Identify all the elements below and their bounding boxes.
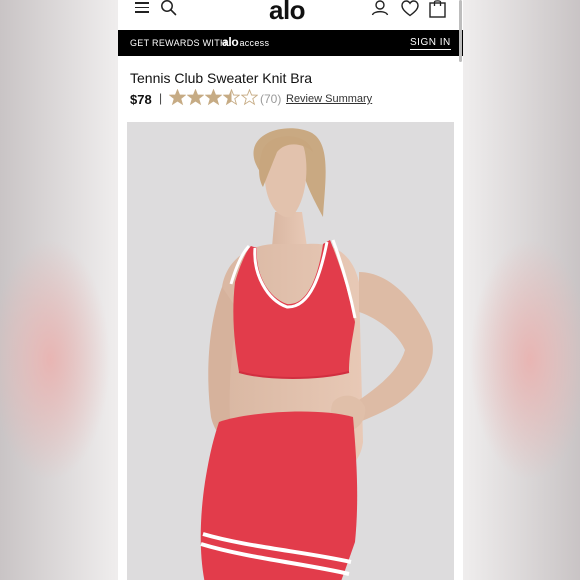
rating-stars[interactable] bbox=[169, 89, 258, 107]
scrollbar[interactable] bbox=[459, 0, 462, 62]
review-count[interactable]: (70) bbox=[260, 92, 281, 106]
star-icon bbox=[241, 89, 258, 106]
star-icon bbox=[169, 89, 186, 106]
search-icon[interactable] bbox=[160, 0, 178, 18]
product-image[interactable] bbox=[127, 122, 454, 580]
product-page: alo GET REWARDS WITH aloaccess SIGN IN T… bbox=[118, 0, 463, 580]
alo-access-thin: access bbox=[239, 38, 270, 48]
rewards-text: GET REWARDS WITH bbox=[130, 38, 227, 48]
review-summary-link[interactable]: Review Summary bbox=[286, 93, 372, 105]
star-icon bbox=[187, 89, 204, 106]
account-icon[interactable] bbox=[371, 0, 389, 18]
star-icon bbox=[223, 89, 240, 106]
menu-icon[interactable] bbox=[135, 2, 149, 13]
brand-logo[interactable]: alo bbox=[269, 0, 306, 26]
star-icon bbox=[205, 89, 222, 106]
alo-access-bold: alo bbox=[222, 35, 239, 49]
bag-icon[interactable] bbox=[429, 0, 446, 18]
price-separator: | bbox=[159, 91, 163, 105]
model-photo bbox=[127, 122, 454, 580]
product-title: Tennis Club Sweater Knit Bra bbox=[130, 70, 313, 86]
product-price: $78 bbox=[130, 92, 152, 107]
rewards-banner: GET REWARDS WITH aloaccess SIGN IN bbox=[118, 30, 463, 56]
top-nav: alo bbox=[118, 0, 463, 30]
alo-access-logo: aloaccess bbox=[222, 35, 269, 49]
heart-icon[interactable] bbox=[401, 0, 419, 18]
sign-in-link[interactable]: SIGN IN bbox=[410, 37, 451, 50]
